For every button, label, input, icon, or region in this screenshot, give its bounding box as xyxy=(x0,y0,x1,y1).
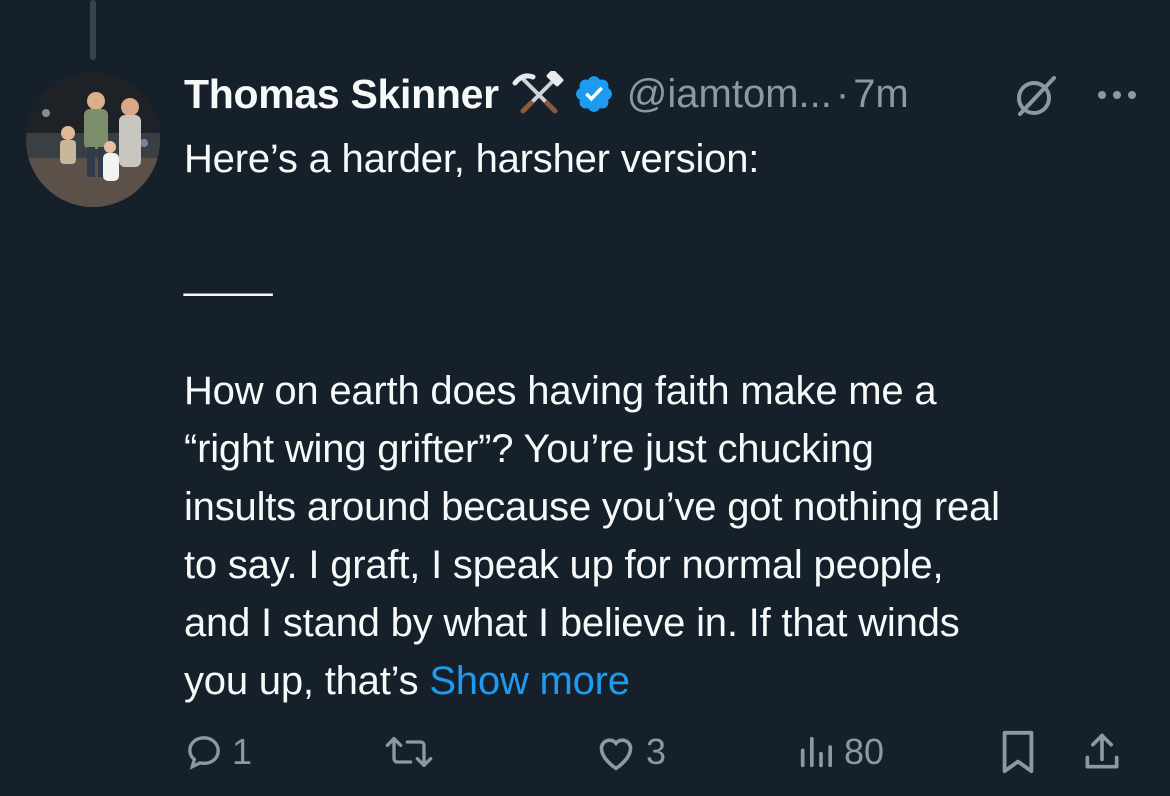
views-icon xyxy=(800,736,832,768)
hammer-and-pick-emoji xyxy=(512,71,564,114)
tweet-actions-bar: 1 3 80 xyxy=(184,722,1144,782)
tweet-text-line: ____ xyxy=(184,253,273,297)
grok-icon[interactable] xyxy=(1012,72,1060,120)
like-button[interactable]: 3 xyxy=(594,722,666,782)
tweet-text-line xyxy=(184,188,1144,246)
show-more-link[interactable]: Show more xyxy=(429,659,630,703)
author-handle[interactable]: @iamtom... xyxy=(627,72,832,117)
share-button[interactable] xyxy=(1080,722,1124,782)
like-count: 3 xyxy=(646,731,667,772)
tweet-text-line: How on earth does having faith make me a xyxy=(184,369,937,413)
tweet-text: Here’s a harder, harsher version: ____ H… xyxy=(184,130,1144,710)
retweet-icon xyxy=(385,737,433,767)
tweet-header: Thomas Skinner @iamtom... · 7m xyxy=(184,66,909,122)
verified-icon[interactable] xyxy=(573,73,615,115)
tweet-text-last-line-text: you up, that’s xyxy=(184,659,430,703)
separator-dot: · xyxy=(835,71,850,116)
reply-icon xyxy=(188,736,220,770)
post-time[interactable]: 7m xyxy=(853,72,909,117)
more-icon[interactable] xyxy=(1092,80,1142,110)
share-icon xyxy=(1085,733,1119,769)
bookmark-icon xyxy=(1002,730,1034,774)
thread-connector-line xyxy=(90,0,96,60)
reply-count: 1 xyxy=(232,731,253,772)
tweet-text-line: to say. I graft, I speak up for normal p… xyxy=(184,543,944,587)
tweet-text-line: Here’s a harder, harsher version: xyxy=(184,137,760,181)
bookmark-button[interactable] xyxy=(998,722,1038,782)
retweet-button[interactable] xyxy=(384,722,442,782)
tweet-text-line xyxy=(184,304,1144,362)
avatar[interactable] xyxy=(26,73,160,207)
like-icon xyxy=(599,738,633,771)
reply-button[interactable]: 1 xyxy=(184,722,252,782)
views-count: 80 xyxy=(844,731,885,772)
tweet-text-last-line: you up, that’s Show more xyxy=(184,652,1144,710)
tweet-text-line: and I stand by what I believe in. If tha… xyxy=(184,601,960,645)
tweet-text-line: “right wing grifter”? You’re just chucki… xyxy=(184,427,874,471)
author-display-name[interactable]: Thomas Skinner xyxy=(184,71,499,118)
avatar-photo xyxy=(26,73,160,207)
tweet-text-line: insults around because you’ve got nothin… xyxy=(184,485,1000,529)
views-button[interactable]: 80 xyxy=(796,722,884,782)
